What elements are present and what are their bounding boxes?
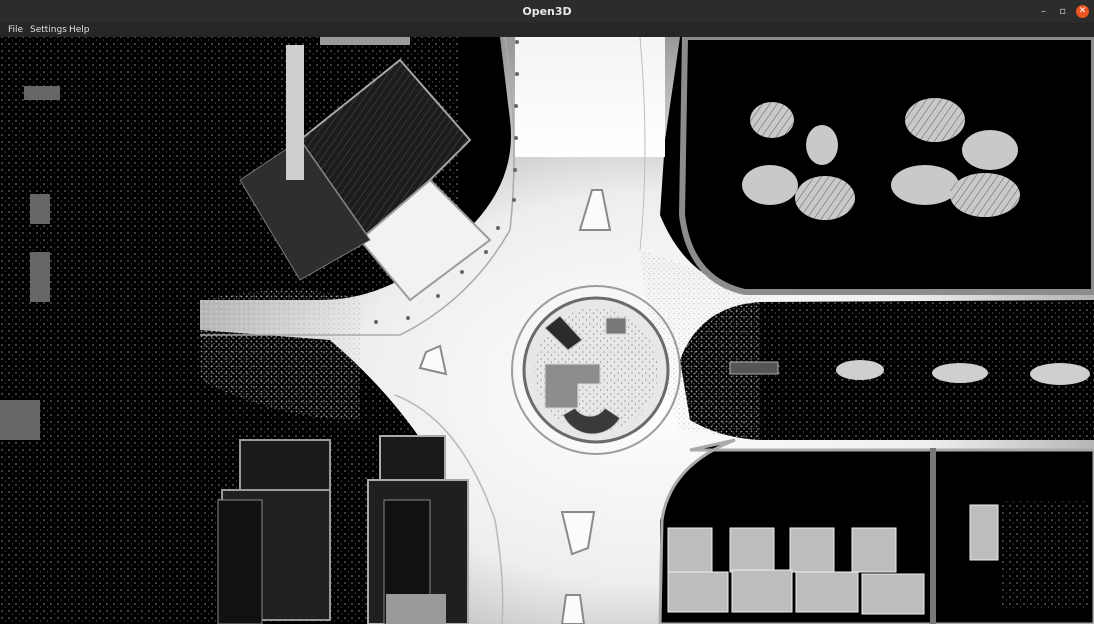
app-window: Open3D – ▫ ✕ File Settings Help	[0, 0, 1094, 624]
se-scatter	[1000, 500, 1090, 610]
se-fence	[930, 448, 936, 624]
roundabout-kiosk	[605, 317, 627, 335]
south-island-2	[560, 594, 586, 624]
north-road	[515, 37, 665, 157]
ne-block	[678, 37, 1094, 295]
title-bar[interactable]: Open3D – ▫ ✕	[0, 0, 1094, 24]
point-cloud-scene	[0, 37, 1094, 624]
menu-help[interactable]: Help	[69, 23, 90, 37]
minimize-icon[interactable]: –	[1037, 5, 1050, 18]
nw-wall	[286, 45, 304, 180]
window-title: Open3D	[522, 5, 572, 18]
menu-file[interactable]: File	[8, 23, 23, 37]
east-bus-stop	[729, 361, 779, 375]
close-icon[interactable]: ✕	[1076, 5, 1089, 18]
nw-wall-top	[320, 37, 410, 45]
menu-settings[interactable]: Settings	[30, 23, 67, 37]
menu-bar: File Settings Help	[0, 23, 1094, 37]
maximize-icon[interactable]: ▫	[1056, 5, 1069, 18]
3d-viewport[interactable]	[0, 37, 1094, 624]
